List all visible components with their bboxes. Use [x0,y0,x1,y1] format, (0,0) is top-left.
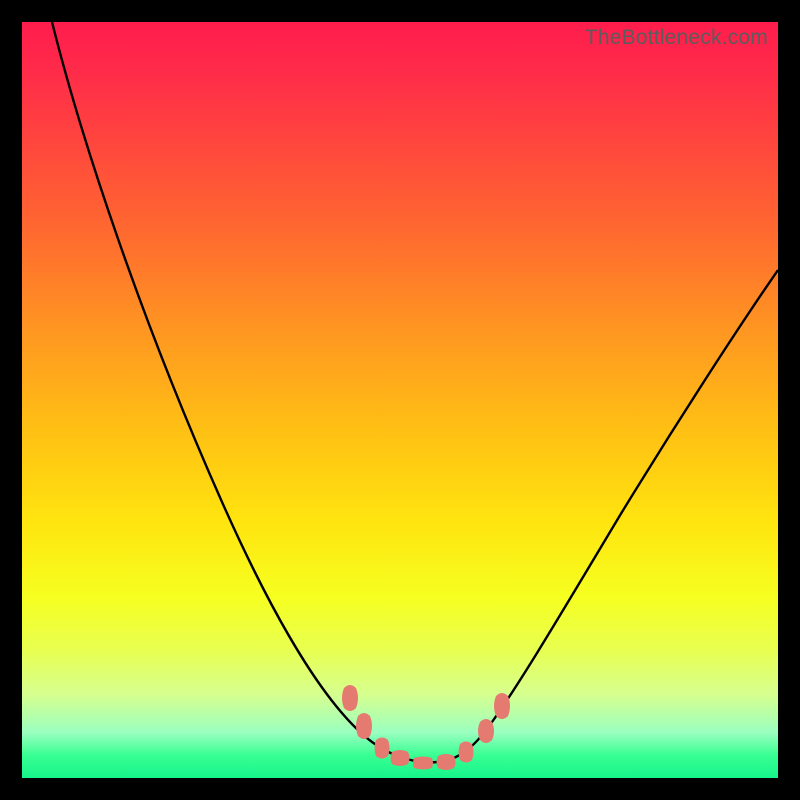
chart-frame: TheBottleneck.com [0,0,800,800]
plot-area: TheBottleneck.com [22,22,778,778]
bead [342,685,358,711]
bead [478,719,494,743]
bead [413,757,433,770]
bead [375,738,390,759]
bead [391,750,410,766]
curve-svg [22,22,778,778]
bottleneck-curve [52,22,778,762]
bead [459,742,474,763]
trough-beads [342,685,510,770]
bead [356,713,372,739]
bead [437,754,456,770]
bead [494,693,510,719]
